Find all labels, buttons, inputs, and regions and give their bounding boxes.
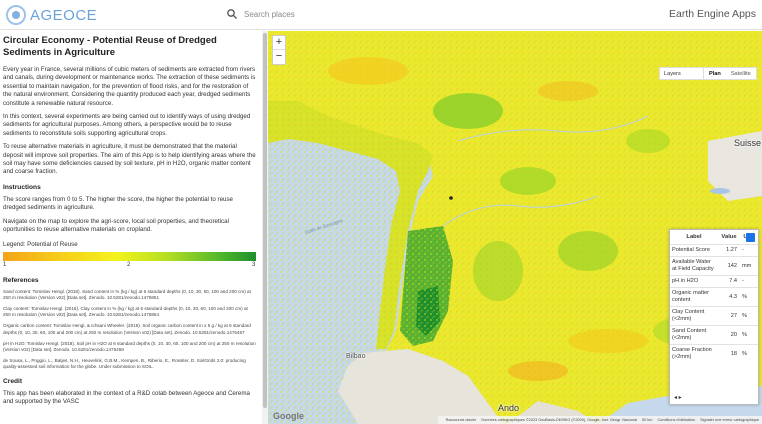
panel-pagination-icon[interactable]: ◂ ▸ (674, 394, 682, 401)
reference-item: pH in H2O: Tomislav Hengl. (2018). Soil … (3, 340, 256, 352)
credit-text: This app has been elaborated in the cont… (3, 389, 250, 405)
row-label: pH in H2O (670, 274, 718, 287)
row-label: Organic matter content (670, 286, 718, 306)
instructions-paragraph: The score ranges from 0 to 5. The higher… (3, 195, 233, 212)
row-unit: - (740, 274, 758, 287)
row-label: Potential Score (670, 243, 718, 256)
info-sidebar: Circular Economy - Potential Reuse of Dr… (0, 31, 262, 424)
map-attribution: Raccourcis clavier Données cartographiqu… (437, 416, 762, 424)
app-header: AGEOCE Earth Engine Apps (0, 0, 762, 30)
zoom-out-button[interactable]: − (273, 50, 285, 64)
zoom-in-button[interactable]: + (273, 36, 285, 50)
row-unit: mm (740, 255, 758, 275)
reference-item: Sand content: Tomislav Hengl. (2018). Sa… (3, 288, 251, 300)
column-header-label: Label (686, 233, 702, 240)
search-box[interactable] (226, 5, 458, 23)
table-row: Organic matter content 4.3 % (670, 286, 758, 306)
table-row: Coarse Fraction (>2mm) 18 % (670, 343, 758, 363)
row-label: Coarse Fraction (>2mm) (670, 343, 718, 363)
logo-icon (6, 5, 26, 25)
legend-tick: 1 (3, 261, 7, 268)
instructions-heading: Instructions (3, 183, 41, 191)
legend-ticks: 1 2 3 (3, 261, 256, 270)
row-value: 142 (718, 255, 740, 275)
legend-tick: 3 (252, 261, 256, 268)
reference-item: Organic carbon content: Tomislav Hengl, … (3, 323, 251, 335)
earth-engine-apps-title: Earth Engine Apps (669, 8, 756, 20)
scale-label: 50 km (642, 418, 653, 422)
row-label: Sand Content (<2mm) (670, 324, 718, 344)
map-type-toggle: Plan Satellite (703, 67, 757, 80)
row-unit: % (740, 324, 758, 344)
zoom-control: + − (272, 35, 286, 65)
table-header-row: Label Value Unit (670, 230, 758, 244)
reference-item: de Sousa, L., Poggio, L., Batjes, N.H., … (3, 358, 246, 370)
page-title: Circular Economy - Potential Reuse of Dr… (3, 35, 217, 58)
row-unit: % (740, 305, 758, 325)
scrollbar-thumb[interactable] (263, 33, 267, 408)
edit-icon[interactable] (746, 233, 755, 242)
intro-paragraph: In this context, several experiments are… (3, 113, 251, 137)
table-row: Clay Content (<2mm) 27 % (670, 305, 758, 325)
row-unit: % (740, 343, 758, 363)
terms-link[interactable]: Conditions d'utilisation (657, 418, 695, 422)
map-type-satellite-button[interactable]: Satellite (726, 68, 756, 79)
table-row: Potential Score 1.27 - (670, 243, 758, 256)
row-label: Clay Content (<2mm) (670, 305, 718, 325)
legend-color-bar (3, 251, 256, 261)
soil-properties-panel: Label Value Unit Potential Score 1.27 - … (669, 229, 759, 405)
search-icon (227, 9, 237, 19)
row-unit: - (740, 243, 758, 256)
intro-paragraph: Every year in France, several millions o… (3, 66, 256, 107)
row-value: 27 (718, 305, 740, 325)
map-data-attribution: Données cartographiques ©2023 GeoBasis-D… (481, 418, 638, 422)
logo-text: AGEOCE (30, 6, 98, 24)
row-value: 20 (718, 324, 740, 344)
keyboard-shortcuts-link[interactable]: Raccourcis clavier (446, 418, 477, 422)
references-heading: References (3, 276, 39, 284)
instructions-paragraph: Navigate on the map to explore the agri-… (3, 217, 229, 234)
reference-item: Clay content: Tomislav Hengl. (2018). Cl… (3, 305, 248, 318)
legend-tick: 2 (127, 261, 131, 268)
credit-heading: Credit (3, 377, 23, 385)
row-value: 1.27 (718, 243, 740, 256)
row-value: 7.4 (718, 274, 740, 287)
row-unit: % (740, 286, 758, 306)
place-label-bilbao: Bilbao (346, 353, 366, 360)
soil-properties-table: Label Value Unit Potential Score 1.27 - … (670, 230, 758, 363)
table-row: pH in H2O 7.4 - (670, 274, 758, 287)
intro-paragraph: To reuse alternative materials in agricu… (3, 143, 256, 176)
map-type-plan-button[interactable]: Plan (704, 68, 726, 79)
google-logo: Google (273, 411, 304, 421)
ageoce-logo[interactable]: AGEOCE (6, 5, 97, 25)
table-row: Sand Content (<2mm) 20 % (670, 324, 758, 344)
place-label-suisse: Suisse (734, 138, 762, 148)
location-marker[interactable] (449, 196, 453, 200)
legend-title: Legend: Potential of Reuse (3, 240, 78, 248)
row-value: 18 (718, 343, 740, 363)
row-value: 4.3 (718, 286, 740, 306)
table-row: Available Water at Field Capacity 142 mm (670, 255, 758, 275)
report-error-link[interactable]: Signaler une erreur cartographique (700, 418, 759, 422)
column-header-value: Value (721, 233, 737, 240)
place-label-andorra: Ando (498, 403, 520, 413)
row-label: Available Water at Field Capacity (670, 255, 718, 275)
search-input[interactable] (244, 9, 444, 19)
